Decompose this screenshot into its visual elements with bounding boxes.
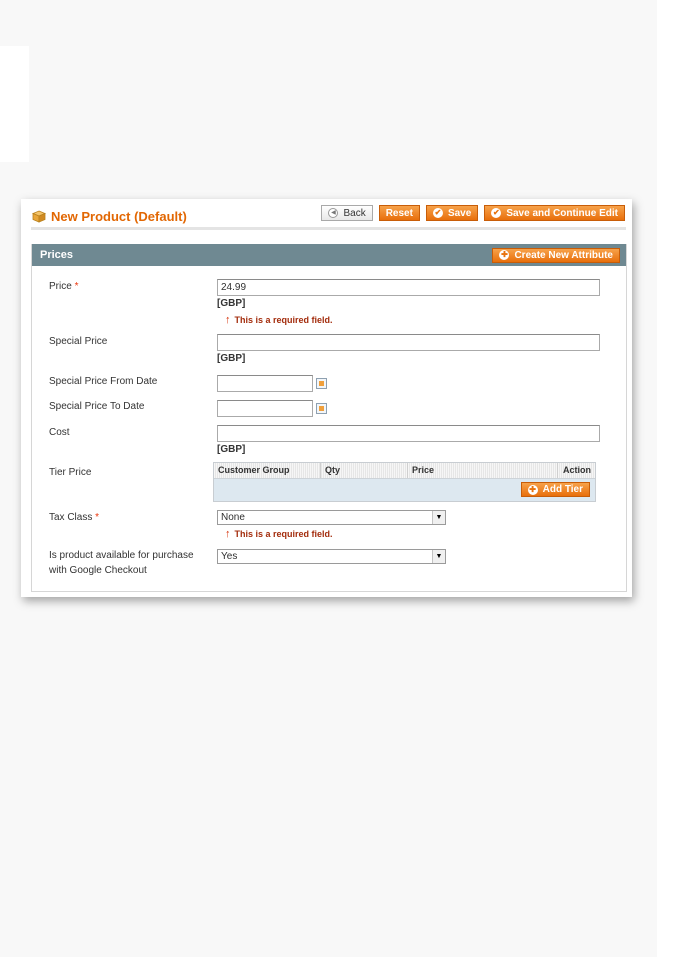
tier-table-body: ✚ Add Tier bbox=[214, 479, 595, 501]
required-mark: * bbox=[95, 512, 100, 523]
tier-table-header: Customer Group Qty Price Action bbox=[214, 463, 595, 479]
reset-button[interactable]: Reset bbox=[378, 205, 420, 221]
back-button[interactable]: ◀ Back bbox=[321, 205, 373, 221]
side-panel-stub bbox=[0, 46, 29, 162]
special-price-to-input[interactable] bbox=[217, 400, 313, 417]
column-customer-group: Customer Group bbox=[214, 463, 321, 478]
save-and-continue-label: Save and Continue Edit bbox=[506, 207, 618, 219]
tier-price-label: Tier Price bbox=[49, 467, 92, 478]
reset-button-label: Reset bbox=[385, 207, 413, 219]
cost-currency: [GBP] bbox=[217, 444, 246, 455]
create-new-attribute-button[interactable]: ✚ Create New Attribute bbox=[492, 247, 620, 263]
tax-class-error-text: This is a required field. bbox=[234, 529, 333, 539]
price-error-text: This is a required field. bbox=[234, 315, 333, 325]
special-price-from-input[interactable] bbox=[217, 375, 313, 392]
plus-circle-icon: ✚ bbox=[527, 484, 538, 495]
add-tier-label: Add Tier bbox=[542, 484, 583, 495]
column-action: Action bbox=[563, 465, 591, 475]
arrow-left-icon: ◀ bbox=[328, 208, 339, 218]
special-price-currency: [GBP] bbox=[217, 353, 246, 364]
chevron-down-icon: ▼ bbox=[432, 511, 445, 524]
tax-class-select[interactable]: None ▼ bbox=[217, 510, 446, 525]
product-edit-panel: New Product (Default) ◀ Back Reset ✔ Sav… bbox=[21, 199, 632, 597]
google-checkout-label-line2: with Google Checkout bbox=[49, 565, 147, 576]
tax-class-label: Tax Class * bbox=[49, 510, 99, 525]
chevron-down-icon: ▼ bbox=[432, 550, 445, 563]
tax-class-value: None bbox=[221, 512, 245, 523]
tax-class-label-text: Tax Class bbox=[49, 512, 93, 523]
box-icon bbox=[32, 210, 46, 223]
arrow-up-icon: ↑ bbox=[225, 314, 231, 326]
special-price-from-label: Special Price From Date bbox=[49, 376, 158, 387]
check-circle-icon: ✔ bbox=[432, 208, 443, 218]
tier-price-table: Customer Group Qty Price Action ✚ Add Ti… bbox=[213, 462, 596, 502]
page-title: New Product (Default) bbox=[51, 208, 187, 224]
column-qty: Qty bbox=[321, 463, 408, 478]
add-tier-button[interactable]: ✚ Add Tier bbox=[520, 482, 590, 497]
cost-label: Cost bbox=[49, 427, 70, 438]
price-label-text: Price bbox=[49, 281, 72, 292]
google-checkout-label: Is product available for purchase with G… bbox=[49, 548, 194, 578]
special-price-to-label: Special Price To Date bbox=[49, 401, 145, 412]
header-divider bbox=[31, 227, 626, 230]
price-label: Price * bbox=[49, 279, 78, 294]
prices-section-header: Prices ✚ Create New Attribute bbox=[32, 244, 626, 266]
tax-class-error: ↑ This is a required field. bbox=[225, 528, 333, 540]
price-currency: [GBP] bbox=[217, 298, 246, 309]
arrow-up-icon: ↑ bbox=[225, 528, 231, 540]
cost-input[interactable] bbox=[217, 425, 600, 442]
google-checkout-label-line1: Is product available for purchase bbox=[49, 550, 194, 561]
plus-circle-icon: ✚ bbox=[499, 250, 510, 260]
price-input[interactable] bbox=[217, 279, 600, 296]
column-price: Price bbox=[408, 463, 558, 478]
create-attribute-label: Create New Attribute bbox=[514, 249, 613, 261]
page-right-strip bbox=[657, 0, 673, 957]
calendar-icon[interactable] bbox=[316, 403, 327, 414]
save-button-label: Save bbox=[447, 207, 472, 219]
save-and-continue-button[interactable]: ✔ Save and Continue Edit bbox=[484, 205, 625, 221]
required-mark: * bbox=[74, 281, 79, 292]
special-price-label: Special Price bbox=[49, 336, 108, 347]
section-title: Prices bbox=[40, 249, 74, 261]
special-price-input[interactable] bbox=[217, 334, 600, 351]
page-title-row: New Product (Default) bbox=[32, 207, 187, 225]
google-checkout-select[interactable]: Yes ▼ bbox=[217, 549, 446, 564]
google-checkout-value: Yes bbox=[221, 551, 238, 562]
back-button-label: Back bbox=[343, 207, 366, 219]
price-error: ↑ This is a required field. bbox=[225, 314, 333, 326]
page-toolbar: ◀ Back Reset ✔ Save ✔ Save and Continue … bbox=[321, 205, 625, 221]
prices-fieldset: Prices ✚ Create New Attribute Price * [G… bbox=[31, 244, 627, 592]
save-button[interactable]: ✔ Save bbox=[425, 205, 479, 221]
check-circle-icon: ✔ bbox=[491, 208, 502, 218]
calendar-icon[interactable] bbox=[316, 378, 327, 389]
